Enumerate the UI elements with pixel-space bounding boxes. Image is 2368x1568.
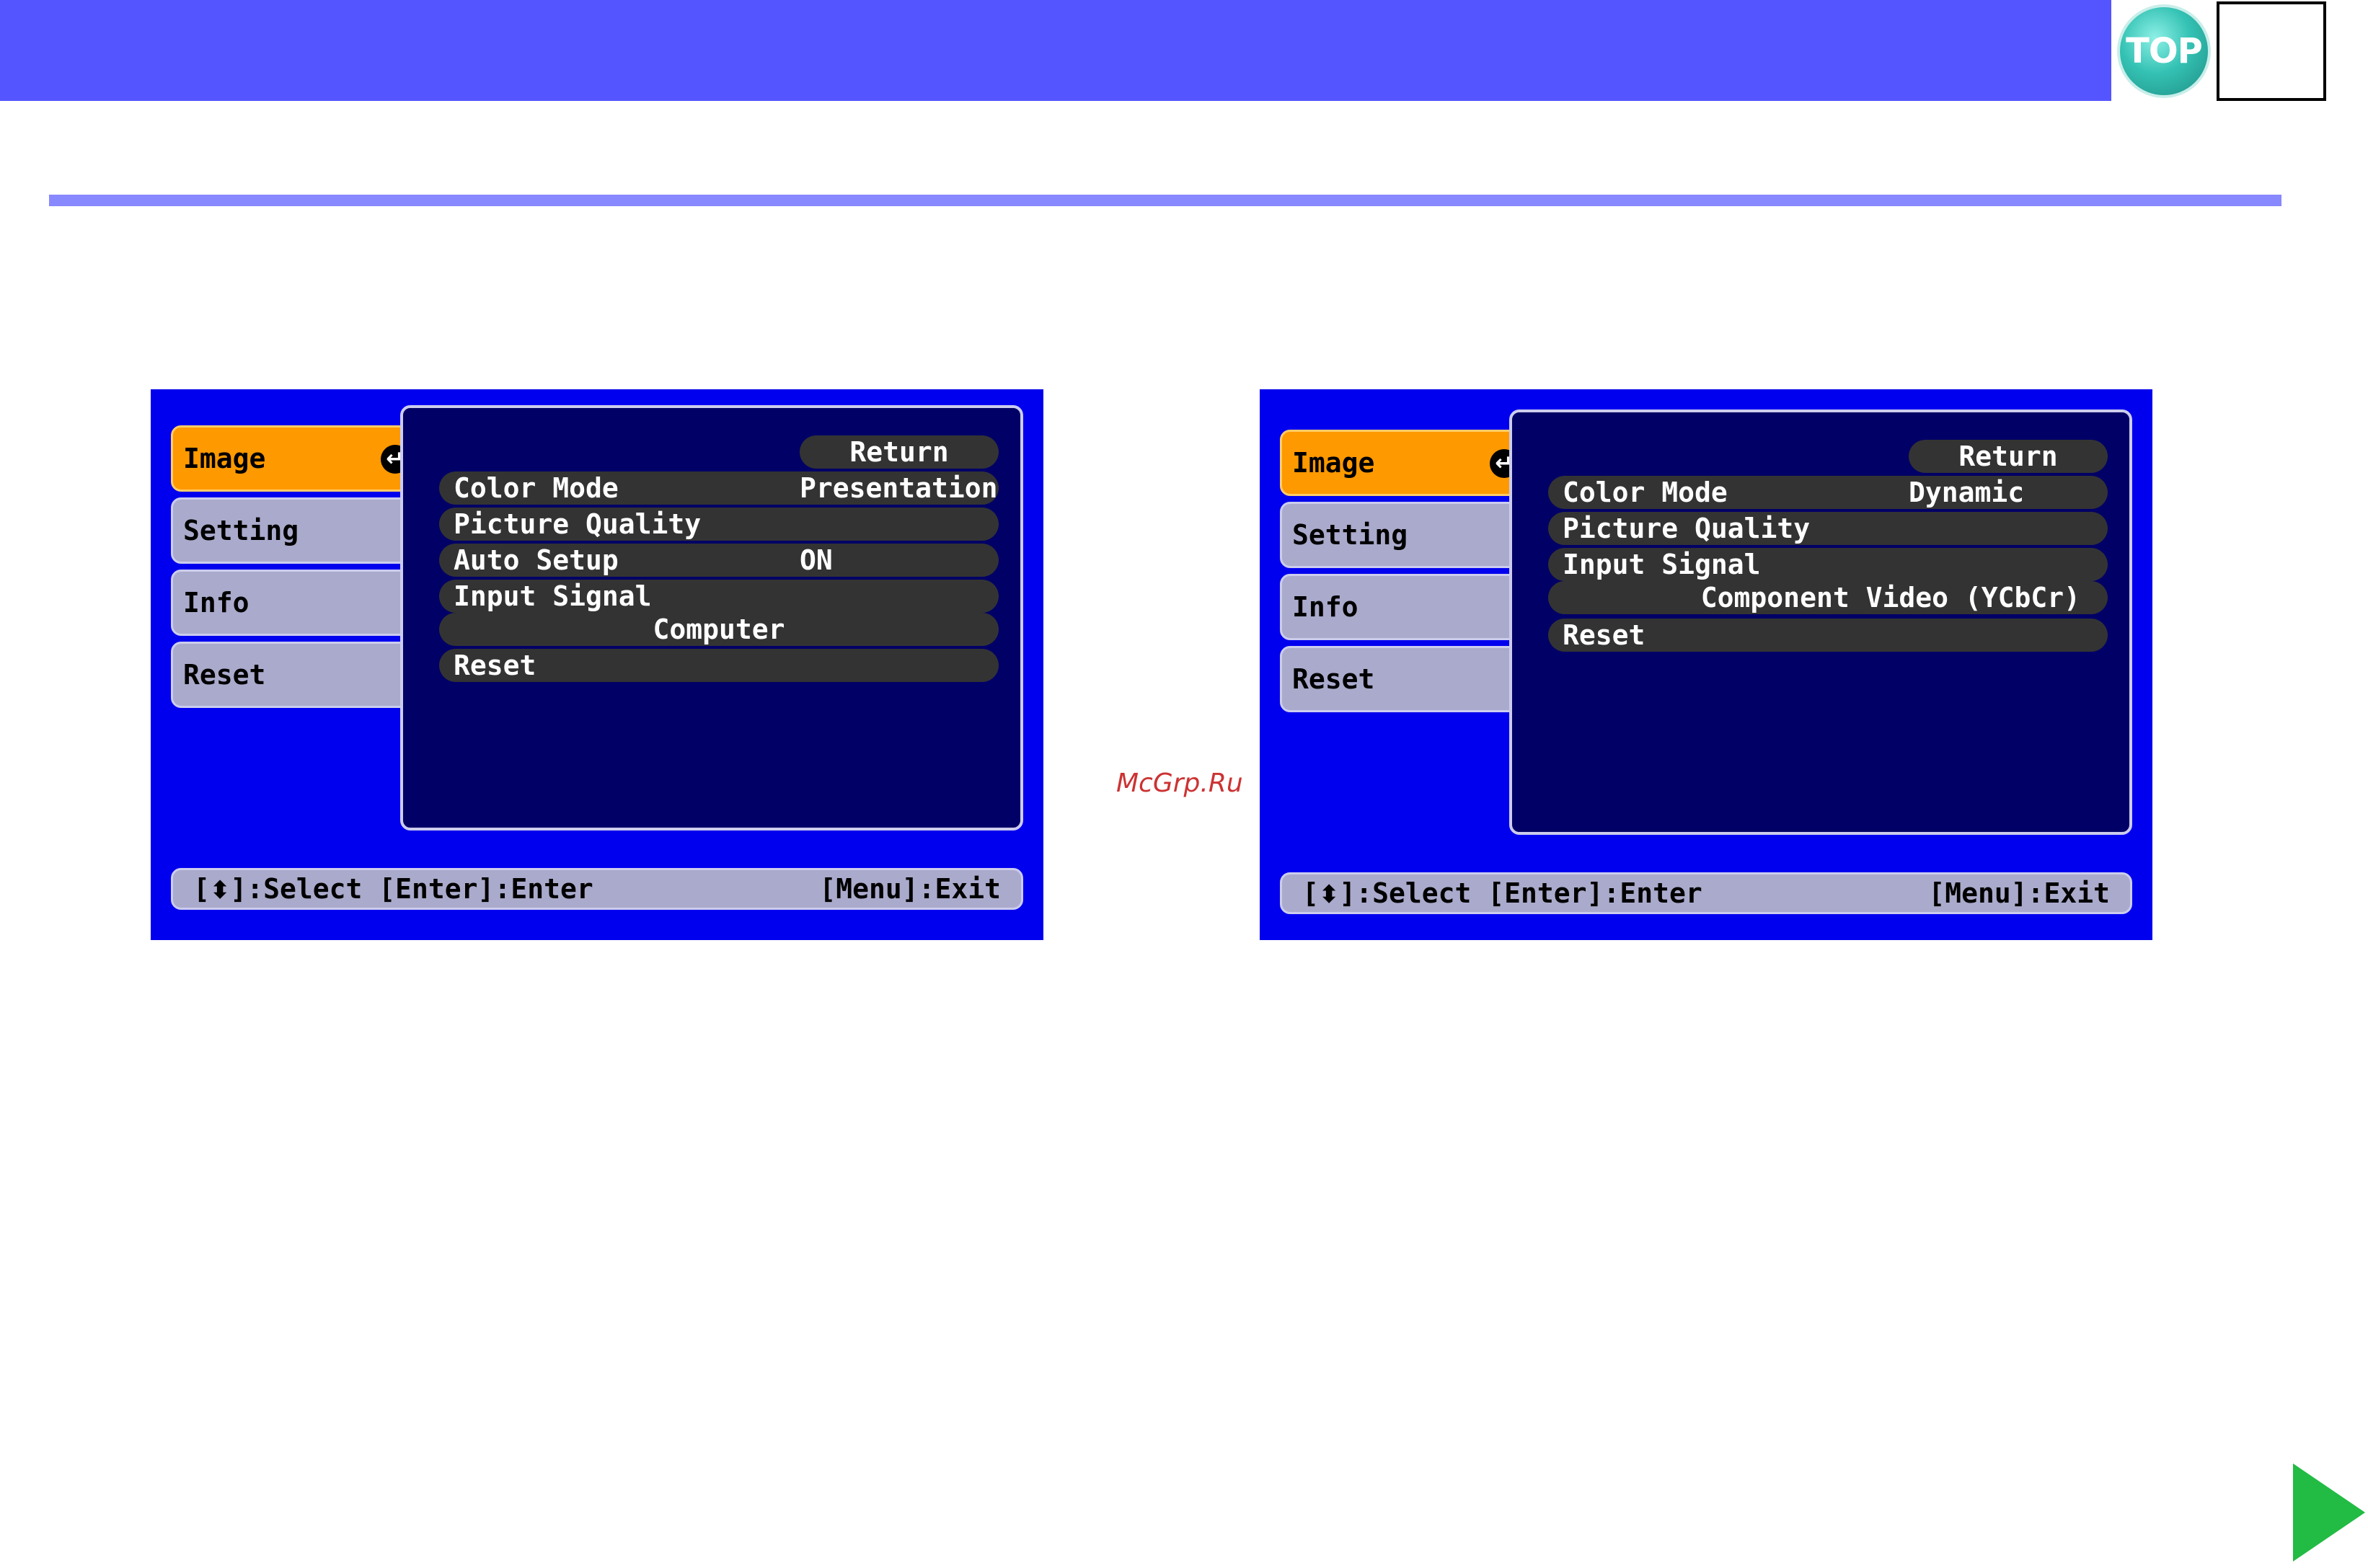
tab-reset[interactable]: Reset	[1280, 646, 1529, 712]
menu-item-label: Reset	[454, 650, 536, 681]
return-item[interactable]: Return	[1909, 440, 2108, 473]
status-bar: [⬍]:Select [Enter]:Enter [Menu]:Exit	[1280, 872, 2132, 914]
menu-item-input-signal[interactable]: Input Signal	[1548, 548, 2108, 581]
menu-item-value: ON	[800, 544, 833, 576]
top-icon: TOP	[2126, 31, 2203, 71]
projector-menu-screen-right: Image ↵ Setting Info Reset Return Color …	[1260, 389, 2152, 940]
status-hint-right: [Menu]:Exit	[819, 873, 1001, 905]
menu-item-reset[interactable]: Reset	[439, 649, 999, 682]
menu-item-value: Dynamic	[1909, 477, 2025, 508]
menu-item-input-signal-value: Component Video (YCbCr)	[1548, 581, 2108, 614]
menu-item-auto-setup[interactable]: Auto Setup ON	[439, 544, 999, 577]
menu-item-label: Picture Quality	[1563, 513, 1811, 544]
menu-item-input-signal-value: Computer	[439, 613, 999, 646]
tab-label: Info	[183, 587, 249, 619]
tab-label: Reset	[1292, 663, 1375, 695]
status-hint-right: [Menu]:Exit	[1928, 877, 2110, 909]
status-hint-left: [⬍]:Select [Enter]:Enter	[1302, 874, 1702, 913]
menu-item-input-signal[interactable]: Input Signal	[439, 580, 999, 613]
menu-item-value: Component Video (YCbCr)	[1700, 582, 2080, 614]
menu-item-picture-quality[interactable]: Picture Quality	[1548, 512, 2108, 545]
tab-reset[interactable]: Reset	[171, 642, 420, 708]
menu-item-label: Input Signal	[1563, 549, 1761, 580]
menu-item-color-mode[interactable]: Color Mode Dynamic	[1548, 476, 2108, 509]
menu-item-reset[interactable]: Reset	[1548, 619, 2108, 652]
tab-label: Setting	[183, 515, 299, 546]
menu-item-value: Computer	[653, 614, 785, 645]
up-down-arrow-icon: ⬍	[1318, 880, 1340, 909]
top-button[interactable]: TOP	[2117, 4, 2211, 98]
menu-item-label: Reset	[1563, 619, 1645, 651]
tab-label: Image	[1292, 447, 1375, 479]
tab-label: Setting	[1292, 519, 1408, 551]
status-bar: [⬍]:Select [Enter]:Enter [Menu]:Exit	[171, 868, 1023, 910]
menu-item-picture-quality[interactable]: Picture Quality	[439, 508, 999, 541]
menu-panel: Return Color Mode Presentation Picture Q…	[400, 405, 1023, 830]
status-hint-left: [⬍]:Select [Enter]:Enter	[193, 870, 593, 909]
tab-setting[interactable]: Setting	[171, 497, 420, 564]
tab-info[interactable]: Info	[1280, 574, 1529, 640]
tab-label: Reset	[183, 659, 266, 691]
tab-setting[interactable]: Setting	[1280, 502, 1529, 568]
blank-box	[2217, 1, 2326, 101]
menu-item-value: Presentation	[800, 472, 998, 504]
tab-label: Image	[183, 443, 266, 474]
menu-item-label: Picture Quality	[454, 508, 702, 540]
tab-info[interactable]: Info	[171, 570, 420, 636]
menu-item-label: Auto Setup	[454, 544, 619, 576]
menu-item-color-mode[interactable]: Color Mode Presentation	[439, 471, 999, 505]
tab-label: Info	[1292, 591, 1358, 623]
return-item[interactable]: Return	[800, 435, 999, 469]
section-divider	[49, 195, 2281, 206]
watermark-text: McGrp.Ru	[1116, 769, 1243, 798]
menu-item-label: Color Mode	[1563, 477, 1728, 508]
top-banner	[0, 0, 2111, 101]
tab-image[interactable]: Image ↵	[171, 425, 420, 492]
projector-menu-screen-left: Image ↵ Setting Info Reset Return Color …	[151, 389, 1043, 940]
next-page-arrow-icon[interactable]	[2293, 1463, 2365, 1562]
menu-item-label: Input Signal	[454, 580, 652, 612]
menu-panel: Return Color Mode Dynamic Picture Qualit…	[1509, 409, 2132, 835]
up-down-arrow-icon: ⬍	[209, 876, 231, 905]
menu-item-label: Color Mode	[454, 472, 619, 504]
tab-image[interactable]: Image ↵	[1280, 430, 1529, 496]
